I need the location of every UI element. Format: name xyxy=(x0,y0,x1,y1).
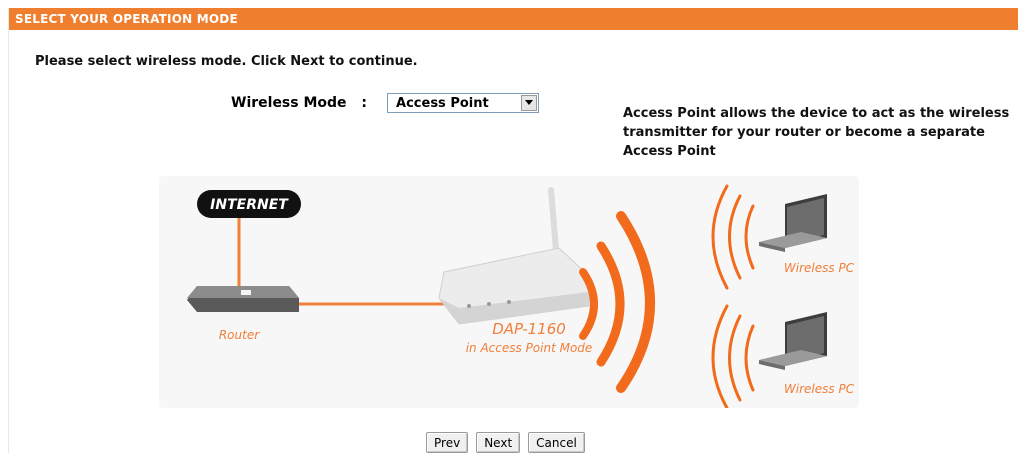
dropdown-arrow-icon[interactable] xyxy=(521,95,538,111)
internet-label: INTERNET xyxy=(210,197,289,213)
wireless-pc-2: Wireless PC xyxy=(711,304,855,408)
laptop-icon xyxy=(759,312,827,370)
wizard-buttons: Prev Next Cancel xyxy=(426,432,585,453)
router-icon xyxy=(187,286,299,312)
mode-description: Access Point allows the device to act as… xyxy=(623,104,1023,161)
client1-label: Wireless PC xyxy=(784,261,855,275)
signal-waves-icon xyxy=(579,211,655,393)
mode-description-lead: Access Point xyxy=(623,106,716,121)
device-model-label: DAP-1160 xyxy=(492,320,566,338)
access-point-icon xyxy=(438,187,590,325)
wireless-mode-label-text: Wireless Mode xyxy=(231,95,347,111)
wireless-pc-1: Wireless PC xyxy=(711,184,855,290)
wireless-mode-separator: : xyxy=(361,95,368,111)
network-diagram: INTERNET Router DAP-1160 in Access Point… xyxy=(159,176,859,408)
signal-waves-icon xyxy=(711,184,755,290)
section-header: SELECT YOUR OPERATION MODE xyxy=(9,8,1018,30)
router-label: Router xyxy=(219,328,260,342)
device-mode-label: in Access Point Mode xyxy=(466,341,593,355)
signal-waves-icon xyxy=(711,304,755,408)
instruction-text: Please select wireless mode. Click Next … xyxy=(35,54,418,69)
prev-button[interactable]: Prev xyxy=(426,432,469,453)
wizard-panel: SELECT YOUR OPERATION MODE Please select… xyxy=(8,8,1018,453)
next-button[interactable]: Next xyxy=(476,432,521,453)
client2-label: Wireless PC xyxy=(784,382,855,396)
cancel-button[interactable]: Cancel xyxy=(528,432,585,453)
wireless-mode-row: Wireless Mode : Access Point xyxy=(231,90,540,116)
internet-icon: INTERNET xyxy=(197,190,301,218)
wireless-mode-selected-value: Access Point xyxy=(396,95,489,111)
wireless-mode-select[interactable]: Access Point xyxy=(387,93,540,113)
wireless-mode-label: Wireless Mode : xyxy=(231,95,367,111)
laptop-icon xyxy=(759,194,827,252)
